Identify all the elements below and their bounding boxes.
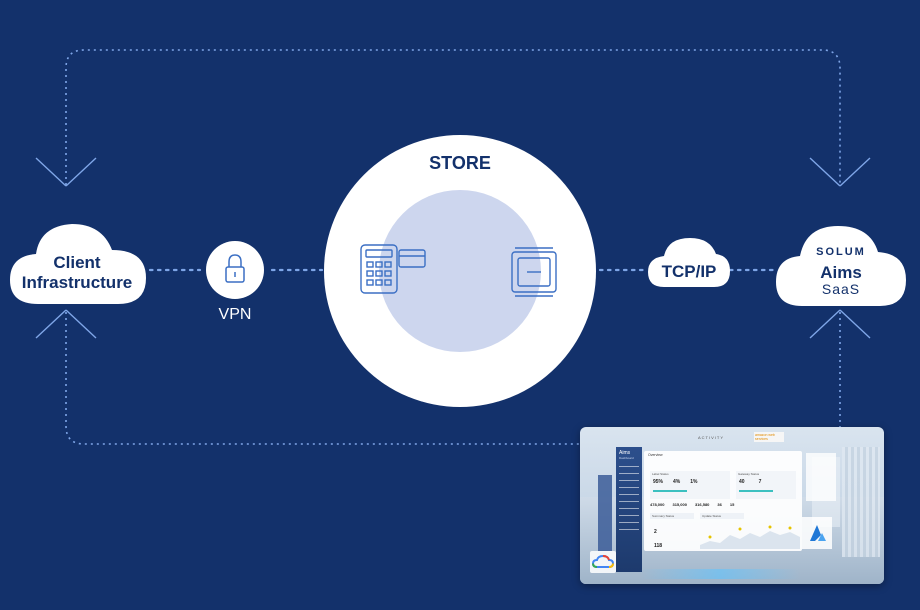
panel-summary-status: Summary Status [650,513,694,519]
stat-value: 478,000 [650,502,665,507]
app-title: Aims [619,450,631,456]
side-value: 2 [654,529,657,535]
store-label: STORE [429,153,491,173]
saas-brand: SOLUM [816,246,866,258]
client-label-line2: Infrastructure [21,273,133,292]
protocol-label: TCP/IP [661,262,717,281]
saas-suffix: SaaS [821,281,861,297]
azure-logo [802,517,832,549]
stat-value: 40 [739,479,745,485]
stat-value: 1% [690,479,698,485]
stat-value: 7 [758,479,762,485]
vendor-badge-activity: ACTIVITY [698,435,725,440]
app-subtitle: Dashboard [619,456,634,460]
stat-value: 4% [673,479,681,485]
panel-update-status: Update Status [700,513,744,519]
stat-value: 315,000 [672,502,687,507]
stat-value: 36 [717,502,722,507]
dashboard-page-title: Overview [648,453,663,457]
dashboard-main: Overview Label Status 95% 4% 1% Gateway … [644,451,802,551]
vpn-node [206,241,264,299]
dashboard-screenshot: ACTIVITY amazon web services Aims Dashbo… [580,427,884,584]
side-value: 118 [654,543,663,549]
vendor-badge-aws: amazon web services [754,432,784,442]
client-infrastructure-label: Client Infrastructure [10,253,144,293]
update-sparkline [700,525,800,549]
store-inner-circle [379,190,541,352]
saas-product: Aims [820,263,862,282]
vpn-label: VPN [218,306,252,323]
app-sidebar: Aims Dashboard [616,447,642,572]
stat-value: 95% [653,479,664,485]
google-cloud-logo [590,551,616,573]
card-icon [398,249,426,268]
stat-value: 15 [729,502,735,507]
stat-value: 316,580 [694,502,710,507]
saas-logo: SOLUM Aims SaaS [778,246,904,296]
client-label-line1: Client [53,253,101,272]
